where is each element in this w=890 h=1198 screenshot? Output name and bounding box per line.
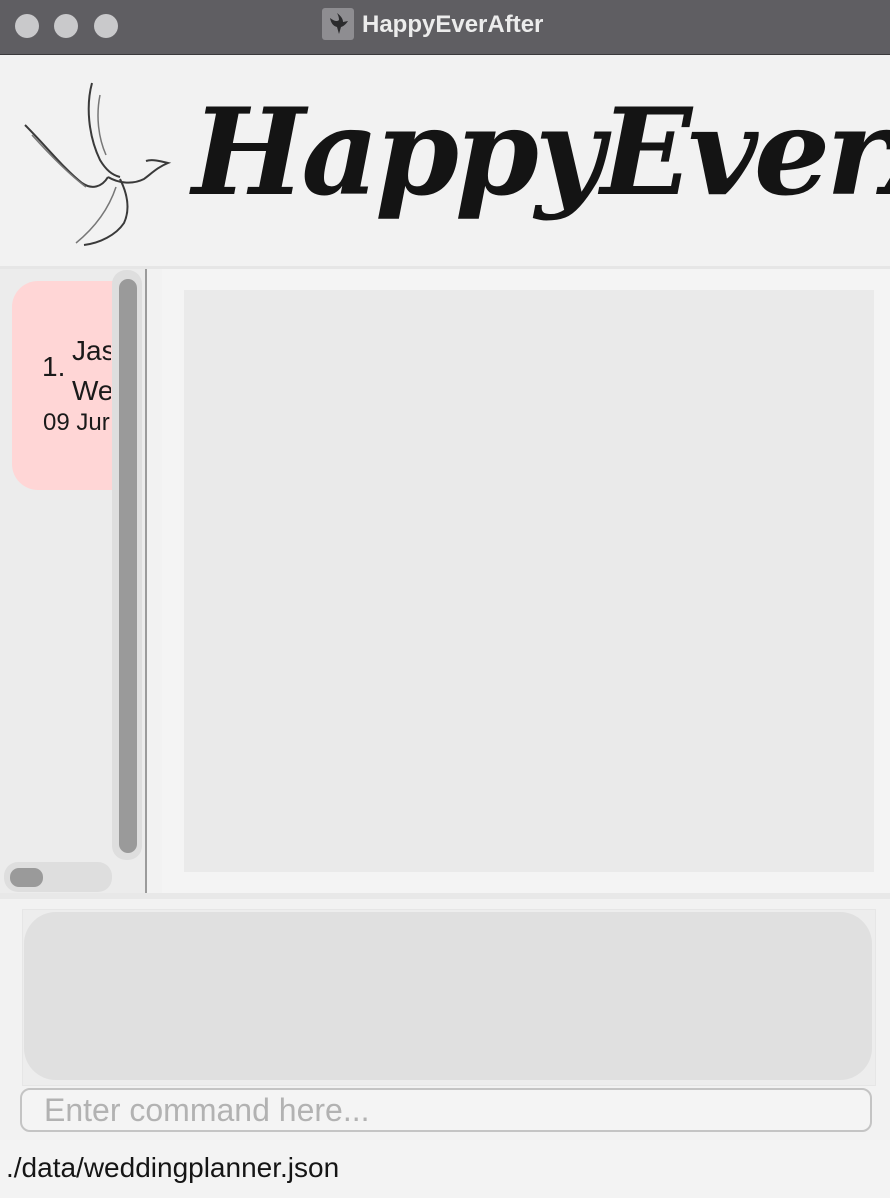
dove-icon (24, 82, 172, 246)
command-input[interactable] (20, 1088, 872, 1132)
zoom-window-button[interactable] (94, 14, 118, 38)
app-banner: HappyEverAfter (0, 55, 890, 266)
status-bar-file-path: ./data/weddingplanner.json (6, 1152, 340, 1183)
detail-content-area (184, 290, 874, 872)
list-horizontal-scroll-thumb[interactable] (10, 868, 43, 887)
panel-divider (0, 893, 890, 899)
window-titlebar[interactable]: HappyEverAfter (0, 0, 890, 55)
list-item-index: 1. (42, 351, 66, 382)
panel-split-divider[interactable] (145, 269, 147, 894)
list-item-title: Jas We (72, 331, 111, 411)
app-logo-text: HappyEverAfter (192, 82, 890, 223)
list-vertical-scroll-thumb[interactable] (119, 279, 137, 853)
list-item-title-line-1: Jas (72, 335, 111, 366)
list-item-title-line-2: We (72, 375, 111, 406)
close-window-button[interactable] (15, 14, 39, 38)
window-title: HappyEverAfter (362, 11, 544, 38)
list-item[interactable]: 1. Jas We 09 Jur (12, 281, 111, 490)
app-dove-icon (322, 8, 354, 40)
result-display (24, 912, 872, 1080)
list-item-date: 09 Jur (43, 409, 110, 436)
minimize-window-button[interactable] (54, 14, 78, 38)
